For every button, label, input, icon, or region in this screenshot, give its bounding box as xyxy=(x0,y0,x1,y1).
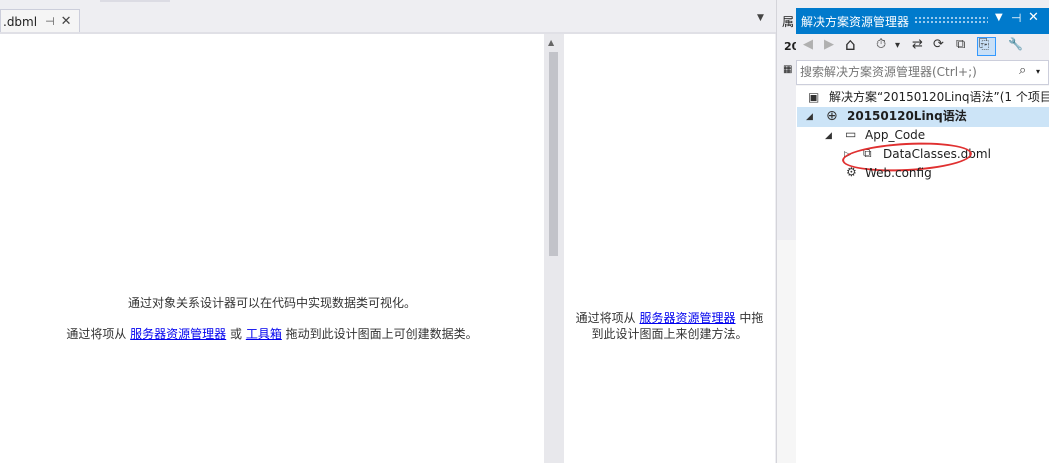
scroll-up-icon[interactable]: ▲ xyxy=(548,38,554,47)
title-grip xyxy=(914,16,988,24)
close-icon[interactable]: ✕ xyxy=(61,14,72,29)
folder-icon: ▭ xyxy=(845,127,857,141)
tree-item-project[interactable]: 20150120Linq语法 xyxy=(847,107,967,126)
solution-icon: ▣ xyxy=(808,90,820,104)
server-explorer-link[interactable]: 服务器资源管理器 xyxy=(130,327,226,341)
methods-prefix: 通过将项从 xyxy=(575,311,640,325)
toolbox-link[interactable]: 工具箱 xyxy=(246,327,282,341)
designer-methods-message: 通过将项从 服务器资源管理器 中拖 到此设计图面上来创建方法。 xyxy=(566,310,773,342)
sync-icon[interactable]: ⇄ xyxy=(912,37,923,52)
side-strip-lower xyxy=(777,240,796,463)
designer-data-classes-pane[interactable] xyxy=(0,34,544,463)
tree-item-solution[interactable]: 解决方案“20150120Linq语法”(1 个项目) xyxy=(829,88,1049,107)
scrollbar-thumb[interactable] xyxy=(549,52,558,256)
methods-server-explorer-link[interactable]: 服务器资源管理器 xyxy=(639,311,735,325)
history-icon[interactable]: ⏱ xyxy=(876,37,886,52)
back-icon[interactable]: ◀ xyxy=(803,37,813,52)
properties-tab-label[interactable]: 属 xyxy=(782,13,794,30)
methods-suffix: 中拖 xyxy=(735,311,764,325)
close-icon[interactable]: ✕ xyxy=(1028,10,1039,25)
designer-message-visualize: 通过对象关系设计器可以在代码中实现数据类可视化。 xyxy=(127,296,416,310)
home-icon[interactable]: ⌂ xyxy=(845,35,856,55)
solution-explorer-title: 解决方案资源管理器 xyxy=(801,15,910,29)
pin-icon[interactable]: ⊣ xyxy=(1011,11,1021,25)
search-dropdown-icon[interactable]: ▾ xyxy=(1036,67,1040,76)
solution-explorer-search[interactable] xyxy=(796,60,1049,85)
show-all-files-icon[interactable]: ⎘ xyxy=(979,37,989,52)
document-tab-title: .dbml xyxy=(3,14,38,29)
message-prefix: 通过将项从 xyxy=(66,327,131,341)
config-file-icon: ⚙ xyxy=(846,165,857,179)
search-icon[interactable]: ⌕ xyxy=(1019,63,1026,78)
document-tab-dbml[interactable]: .dbml ⊣ ✕ xyxy=(0,9,80,33)
window-dropdown-icon[interactable]: ▼ xyxy=(995,12,1003,23)
designer-message-drag: 通过将项从 服务器资源管理器 或 工具箱 拖动到此设计图面上可创建数据类。 xyxy=(0,325,544,342)
search-input[interactable] xyxy=(800,63,1010,81)
forward-icon[interactable]: ▶ xyxy=(824,37,834,52)
designer-methods-pane[interactable] xyxy=(564,34,775,463)
tree-item-web-config[interactable]: Web.config xyxy=(865,164,932,183)
document-tab-strip xyxy=(0,0,776,33)
pin-icon[interactable]: ⊣ xyxy=(45,15,55,28)
refresh-icon[interactable]: ⟳ xyxy=(933,37,944,52)
message-suffix: 拖动到此设计图面上可创建数据类。 xyxy=(281,327,478,341)
expand-arrow-icon[interactable]: ◢ xyxy=(806,112,813,122)
tab-dropdown-icon[interactable]: ▼ xyxy=(757,13,764,23)
tab-accent xyxy=(100,0,170,2)
properties-icon[interactable]: 🔧 xyxy=(1008,37,1023,51)
collapse-all-icon[interactable]: ⧉ xyxy=(956,37,965,52)
categorized-icon[interactable]: ▦ xyxy=(783,64,792,75)
message-mid: 或 xyxy=(226,327,246,341)
web-project-icon: ⊕ xyxy=(826,108,838,124)
expand-arrow-icon[interactable]: ◢ xyxy=(825,131,832,141)
history-dropdown-icon[interactable]: ▾ xyxy=(895,40,900,51)
methods-line2: 到此设计图面上来创建方法。 xyxy=(591,327,748,341)
